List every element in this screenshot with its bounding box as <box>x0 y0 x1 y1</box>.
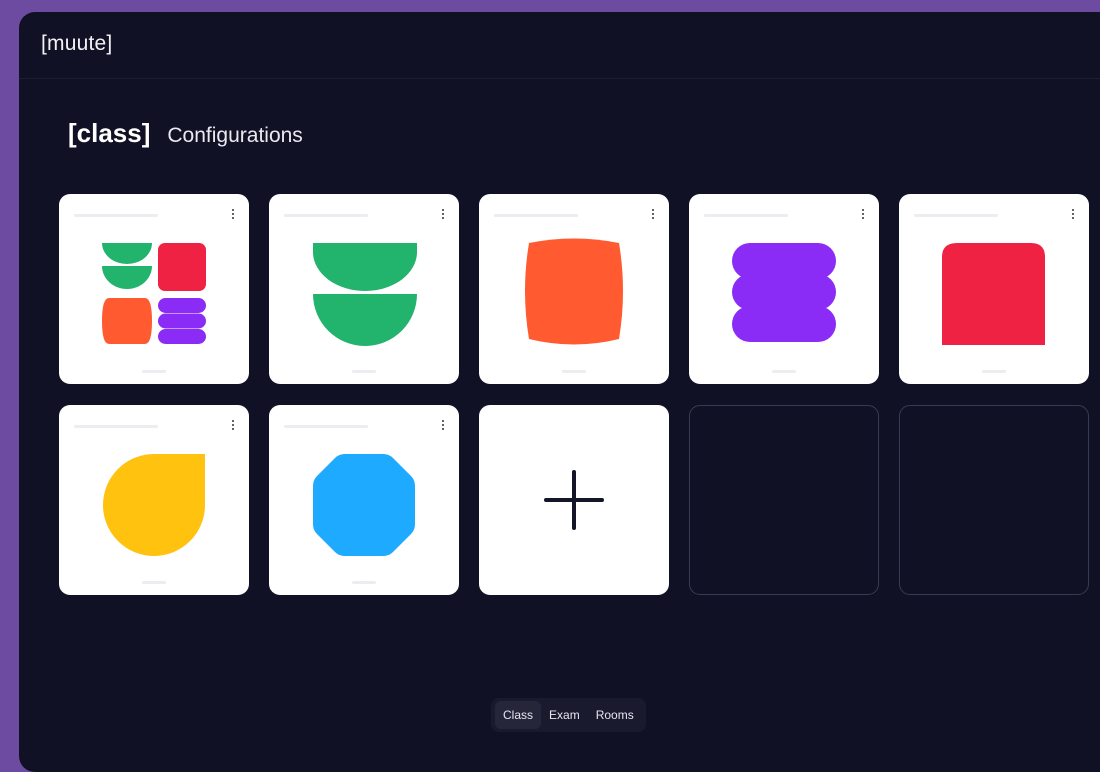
tile-footer-placeholder <box>352 370 376 373</box>
yellow-drop-icon <box>103 454 205 556</box>
config-tile-red[interactable] <box>899 194 1089 384</box>
section-tag: [class] <box>68 118 151 148</box>
app-logo[interactable]: [muute] <box>41 32 112 56</box>
tile-footer-placeholder <box>142 581 166 584</box>
config-tile-blue[interactable] <box>269 405 459 595</box>
app-window: [muute] [class] Configurations Class Exa… <box>19 12 1100 772</box>
tab-class[interactable]: Class <box>495 701 542 729</box>
plus-icon <box>544 470 604 530</box>
bottom-tab-bar: Class Exam Rooms <box>491 698 646 732</box>
tile-footer-placeholder <box>562 370 586 373</box>
add-configuration-button[interactable] <box>479 405 669 595</box>
orange-barrel-icon <box>525 238 623 345</box>
empty-slot <box>899 405 1089 595</box>
tile-footer-placeholder <box>772 370 796 373</box>
config-tile-orange[interactable] <box>479 194 669 384</box>
tab-exam[interactable]: Exam <box>541 701 588 729</box>
config-tile-green[interactable] <box>269 194 459 384</box>
purple-stack-icon <box>732 243 836 342</box>
top-bar: [muute] <box>19 12 1100 79</box>
red-square-icon <box>942 243 1045 345</box>
blue-octagon-icon <box>313 454 415 556</box>
green-half-circles-icon <box>313 243 417 346</box>
config-tile-yellow[interactable] <box>59 405 249 595</box>
tab-rooms[interactable]: Rooms <box>588 701 642 729</box>
mixed-shapes-icon <box>102 243 206 344</box>
page-title: Configurations <box>167 124 303 147</box>
page-heading: [class] Configurations <box>68 118 303 149</box>
empty-slot <box>689 405 879 595</box>
config-tile-mixed[interactable] <box>59 194 249 384</box>
tile-footer-placeholder <box>352 581 376 584</box>
tile-footer-placeholder <box>142 370 166 373</box>
tile-footer-placeholder <box>982 370 1006 373</box>
config-tile-purple[interactable] <box>689 194 879 384</box>
